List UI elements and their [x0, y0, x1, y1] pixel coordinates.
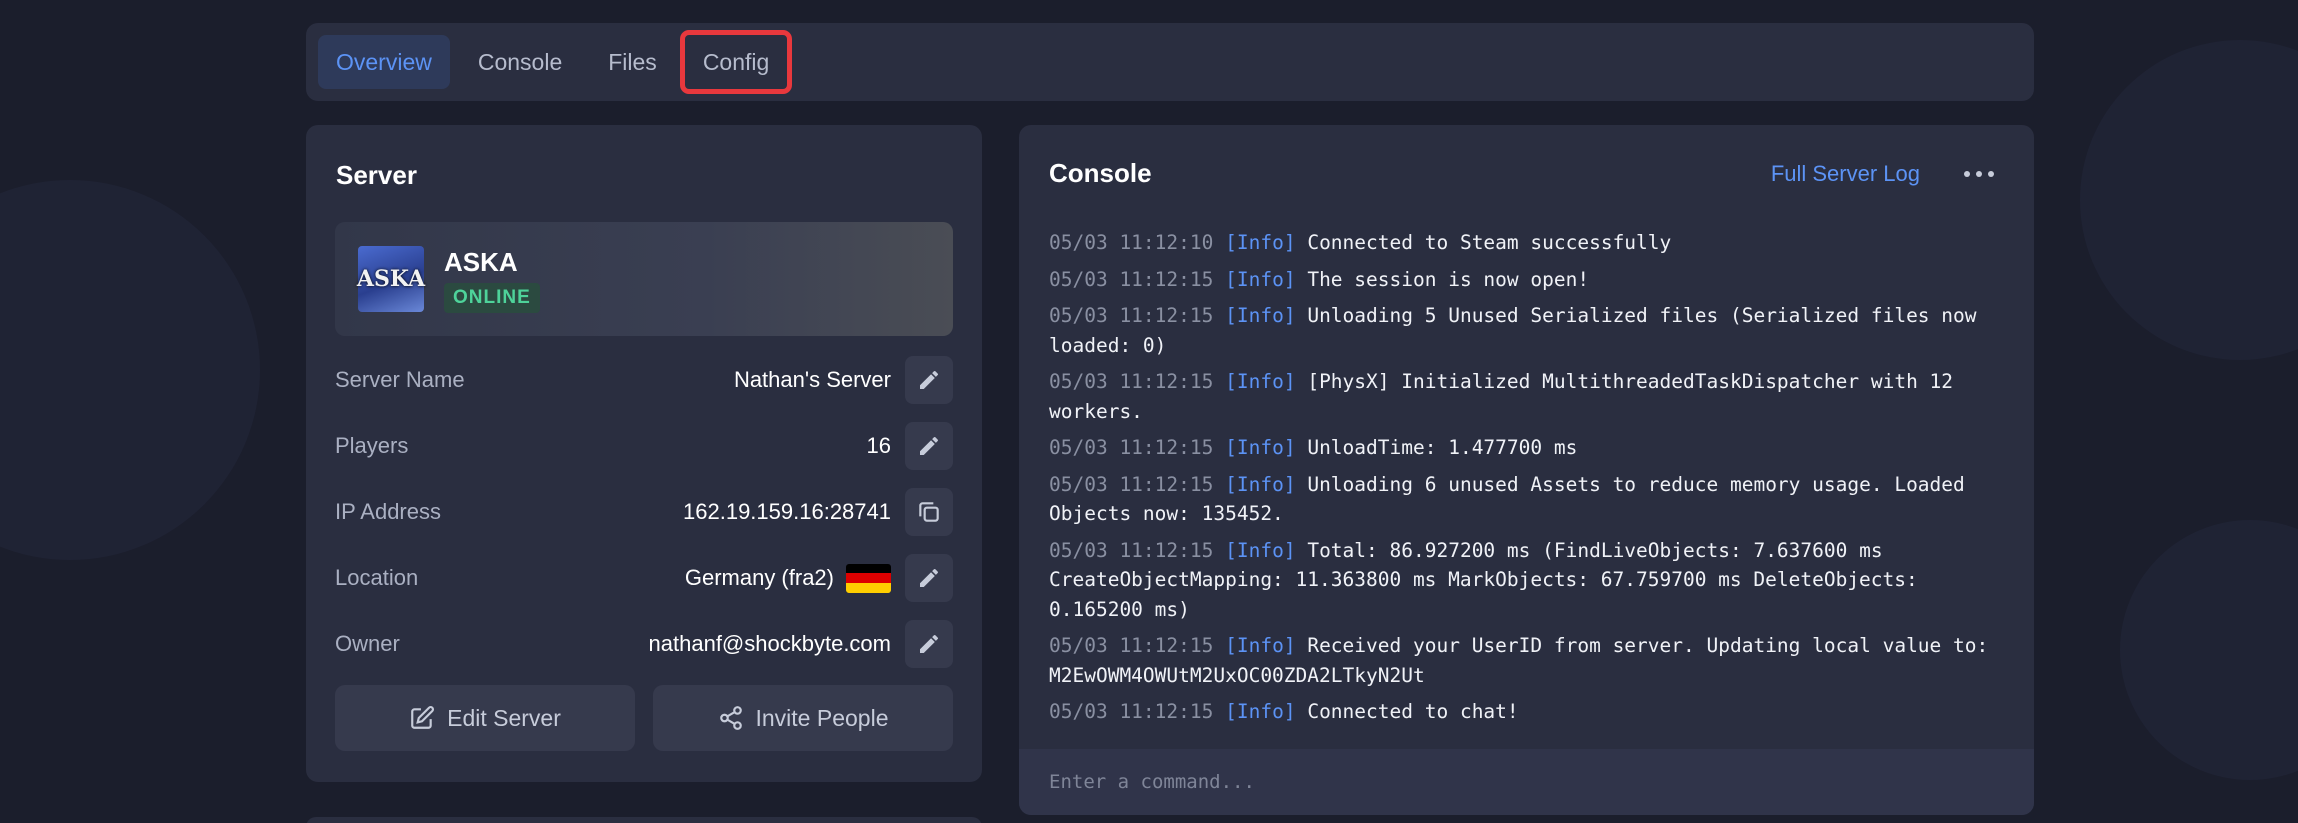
game-logo: ASKA [357, 246, 425, 312]
invite-people-label: Invite People [755, 704, 889, 731]
log-line: 05/03 11:12:15 [Info] Received your User… [1049, 634, 1989, 687]
full-server-log-link[interactable]: Full Server Log [1771, 161, 1920, 187]
next-card-edge [306, 817, 982, 823]
tab-console[interactable]: Console [460, 35, 580, 89]
tab-files[interactable]: Files [590, 35, 675, 89]
copy-icon [919, 502, 939, 522]
tab-overview[interactable]: Overview [318, 35, 450, 89]
pencil-icon [920, 568, 939, 587]
share-icon [719, 706, 742, 730]
server-card-title: Server [336, 160, 417, 190]
server-banner: ASKA ASKA ONLINE [335, 222, 953, 336]
copy-ip-button[interactable] [905, 488, 953, 536]
log-line: 05/03 11:12:15 [Info] [PhysX] Initialize… [1049, 370, 1954, 423]
row-value: nathanf@shockbyte.com [648, 631, 891, 656]
pencil-icon [920, 436, 939, 455]
invite-people-button[interactable]: Invite People [653, 685, 953, 751]
row-value: 16 [866, 433, 891, 458]
more-horizontal-icon [1964, 171, 1994, 177]
command-input[interactable] [1049, 771, 1936, 793]
more-options-button[interactable] [1962, 159, 1996, 189]
log-line: 05/03 11:12:15 [Info] Unloading 5 Unused… [1049, 304, 1977, 357]
log-line: 05/03 11:12:15 [Info] Connected to chat! [1049, 700, 1519, 723]
console-card: Console Full Server Log 05/03 11:12:10 [… [1019, 125, 2034, 815]
edit-server-label: Edit Server [447, 704, 561, 731]
edit-server-name-button[interactable] [905, 356, 953, 404]
row-label: Players [335, 433, 409, 458]
log-line: 05/03 11:12:10 [Info] Connected to Steam… [1049, 231, 1672, 254]
row-owner: Owner nathanf@shockbyte.com [335, 620, 953, 668]
row-value: Germany (fra2) [685, 563, 891, 593]
row-value: Nathan's Server [733, 367, 891, 392]
pencil-icon [920, 370, 939, 389]
log-line: 05/03 11:12:15 [Info] UnloadTime: 1.4777… [1049, 436, 1578, 459]
log-line: 05/03 11:12:15 [Info] Unloading 6 unused… [1049, 472, 1965, 526]
row-value: 162.19.159.16:28741 [683, 499, 891, 524]
command-bar [1019, 749, 2034, 815]
row-server-name: Server Name Nathan's Server [335, 356, 953, 404]
germany-flag-icon [846, 563, 891, 593]
tab-config[interactable]: Config [679, 30, 793, 94]
edit-owner-button[interactable] [905, 620, 953, 668]
row-label: Location [335, 565, 419, 590]
row-location: Location Germany (fra2) [335, 554, 953, 602]
pencil-icon [920, 634, 939, 653]
row-players: Players 16 [335, 422, 953, 470]
edit-players-button[interactable] [905, 422, 953, 470]
status-badge: ONLINE [444, 283, 540, 313]
server-card: Server ASKA ASKA ONLINE Server Name Nath… [306, 125, 982, 782]
console-title: Console [1049, 158, 1152, 188]
console-log: 05/03 11:12:10 [Info] Connected to Steam… [1049, 228, 1999, 734]
row-label: Owner [335, 631, 400, 656]
row-label: Server Name [335, 367, 465, 392]
edit-server-button[interactable]: Edit Server [335, 685, 635, 751]
row-ip-address: IP Address 162.19.159.16:28741 [335, 488, 953, 536]
log-line: 05/03 11:12:15 [Info] Total: 86.927200 m… [1049, 538, 1918, 621]
edit-icon [411, 706, 435, 729]
edit-location-button[interactable] [905, 554, 953, 602]
tab-bar: Overview Console Files Config [306, 23, 2034, 101]
game-name: ASKA [444, 247, 518, 277]
row-label: IP Address [335, 499, 441, 524]
log-line: 05/03 11:12:15 [Info] The session is now… [1049, 267, 1590, 291]
